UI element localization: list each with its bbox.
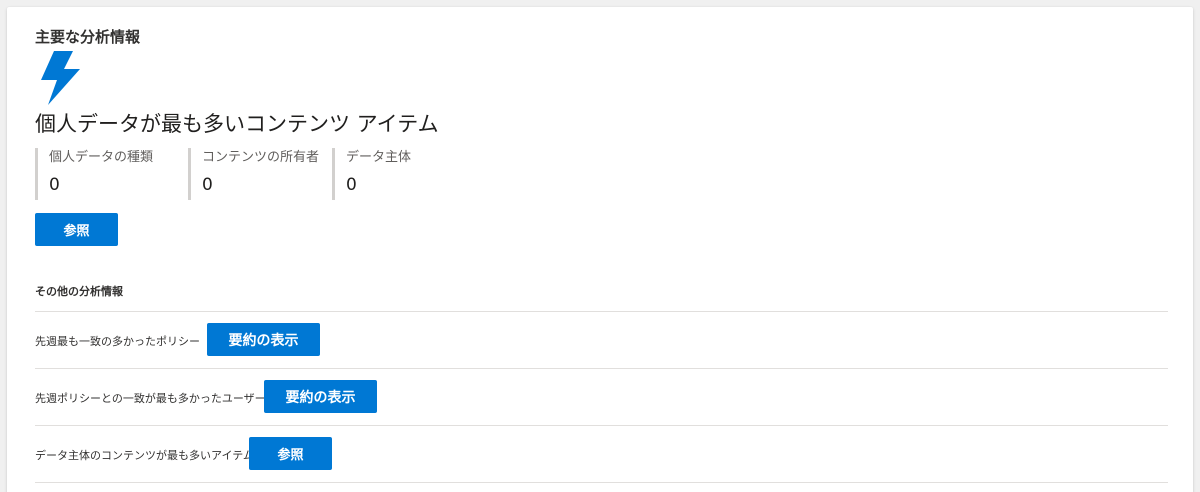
row-label: 先週ポリシーとの一致が最も多かったユーザー [35,392,266,405]
metric-label: 個人データの種類 [49,150,154,165]
row-label: データ主体のコンテンツが最も多いアイテム [35,449,254,462]
metric-value: 0 [202,175,213,195]
row-label: 先週最も一致の多かったポリシー [35,335,200,348]
metric-data-subjects: データ主体 0 [332,148,422,200]
metric-value: 0 [346,175,357,195]
metric-label: データ主体 [346,150,412,165]
metric-personal-data-types: 個人データの種類 0 [35,148,172,200]
browse-button[interactable]: 参照 [249,437,332,470]
insight-headline: 個人データが最も多いコンテンツ アイテム [35,112,439,136]
metric-content-owners: コンテンツの所有者 0 [188,148,320,200]
view-summary-button[interactable]: 要約の表示 [207,323,320,356]
metric-value: 0 [49,175,60,195]
lightning-bolt-icon [41,51,80,105]
divider [35,482,1168,483]
view-summary-button[interactable]: 要約の表示 [264,380,377,413]
metrics-group: 個人データの種類 0 コンテンツの所有者 0 データ主体 0 [35,148,422,200]
browse-button[interactable]: 参照 [35,213,118,246]
section-title: 主要な分析情報 [35,28,141,46]
insight-row-top-user: 先週ポリシーとの一致が最も多かったユーザー 要約の表示 [35,368,1168,425]
insight-row-data-subject-content: データ主体のコンテンツが最も多いアイテム 参照 [35,425,1168,482]
metric-label: コンテンツの所有者 [202,150,320,165]
insight-row-top-policy: 先週最も一致の多かったポリシー 要約の表示 [35,311,1168,368]
insights-card: 主要な分析情報 個人データが最も多いコンテンツ アイテム 個人データの種類 0 … [7,7,1193,492]
other-insights-title: その他の分析情報 [35,285,123,298]
